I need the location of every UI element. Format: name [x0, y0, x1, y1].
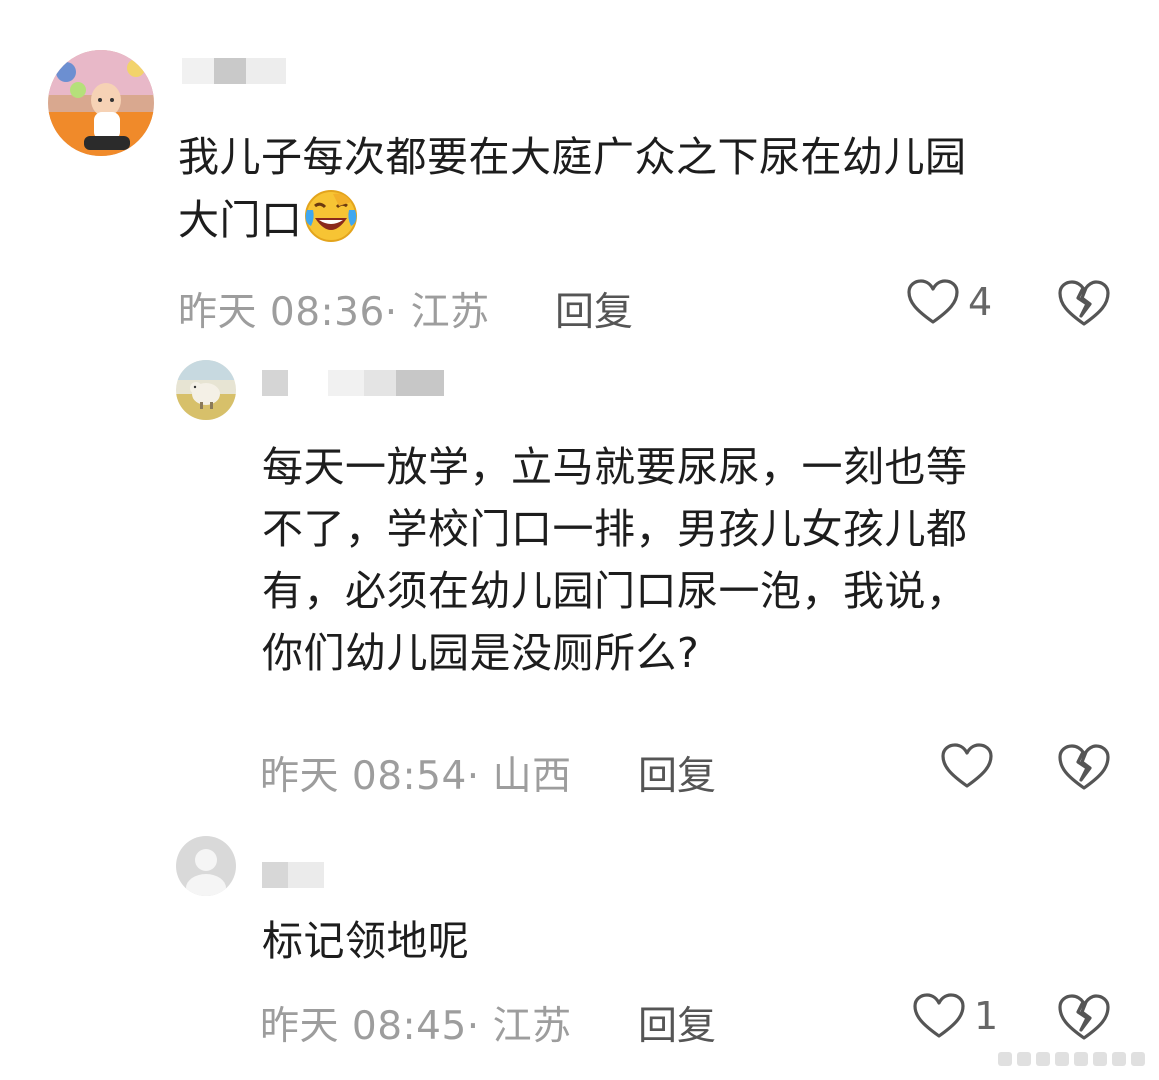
comment-text-line: 我儿子每次都要在大庭广众之下尿在幼儿园: [178, 133, 967, 181]
reply-button[interactable]: 回复: [555, 281, 633, 337]
comment-text: 每天一放学，立马就要尿尿，一刻也等 不了，学校门口一排，男孩儿女孩儿都 有，必须…: [262, 436, 1122, 684]
like-button[interactable]: [940, 742, 1002, 790]
comment-text-line: 标记领地呢: [262, 917, 470, 965]
user-avatar[interactable]: [176, 360, 236, 420]
username-blurred[interactable]: [182, 58, 286, 84]
comment-text-line: 大门口: [178, 188, 1138, 251]
comment-timestamp-location: 昨天 08:45· 江苏: [260, 1004, 572, 1049]
comment-text: 标记领地呢: [262, 910, 1062, 972]
comment-text-line: 每天一放学，立马就要尿尿，一刻也等: [262, 443, 968, 491]
broken-heart-icon: [1058, 744, 1110, 790]
comment-text-line: 有，必须在幼儿园门口尿一泡，我说，: [262, 567, 968, 615]
username-blurred[interactable]: [262, 862, 324, 888]
watermark: [975, 1048, 1145, 1070]
user-avatar[interactable]: [176, 836, 236, 896]
baby-photo-avatar-icon: [48, 50, 154, 156]
face-laughing-tears-icon: [303, 188, 359, 244]
heart-icon: [913, 993, 965, 1038]
broken-heart-icon: [1058, 280, 1110, 326]
dislike-button[interactable]: [1056, 992, 1112, 1046]
dislike-button[interactable]: [1056, 278, 1112, 332]
username-blurred[interactable]: [262, 370, 444, 396]
default-user-avatar-icon: [176, 836, 236, 896]
like-count: 1: [974, 994, 999, 1038]
comment-text-line: 不了，学校门口一排，男孩儿女孩儿都: [262, 505, 968, 553]
comment-text-line: 你们幼儿园是没厕所么?: [262, 629, 700, 677]
reply-button[interactable]: 回复: [638, 745, 716, 801]
heart-icon: [941, 743, 993, 788]
like-button[interactable]: 1: [912, 992, 998, 1040]
sheep-avatar-icon: [176, 360, 236, 420]
comment-timestamp-location: 昨天 08:36· 江苏: [178, 290, 490, 335]
user-avatar[interactable]: [48, 50, 154, 156]
comment-text: 我儿子每次都要在大庭广众之下尿在幼儿园 大门口: [178, 126, 1138, 251]
broken-heart-icon: [1058, 994, 1110, 1040]
heart-icon: [907, 279, 959, 324]
like-button[interactable]: 4: [906, 278, 992, 326]
reply-button[interactable]: 回复: [638, 995, 716, 1051]
comment-timestamp-location: 昨天 08:54· 山西: [260, 754, 572, 799]
dislike-button[interactable]: [1056, 742, 1112, 796]
like-count: 4: [968, 280, 993, 324]
comment-text-line-2: 大门口: [178, 196, 303, 244]
